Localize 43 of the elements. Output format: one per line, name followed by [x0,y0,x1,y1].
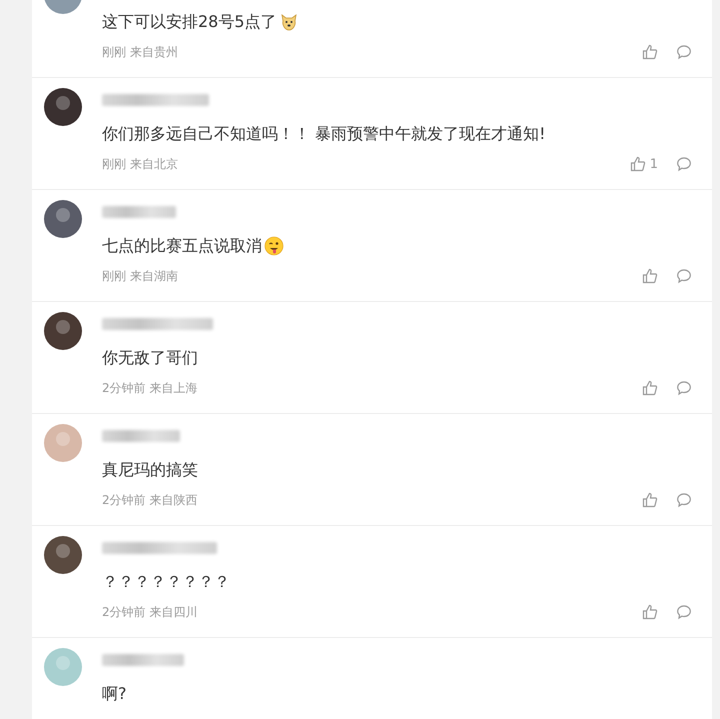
comment-text: ？？？？？？？？ [102,572,230,592]
dog-emoji-icon [278,12,299,32]
like-button[interactable]: 1 [630,156,658,172]
reply-button[interactable] [676,156,692,172]
avatar[interactable] [44,312,82,350]
reply-button[interactable] [676,44,692,60]
comment-meta: 2分钟前 来自上海 [102,380,198,396]
thumbs-up-icon [642,268,658,284]
comment-meta: 刚刚 来自北京 [102,156,178,172]
comment-text: 你们那多远自己不知道吗！！ 暴雨预警中午就发了现在才通知! [102,124,546,144]
thumbs-up-icon [642,380,658,396]
thumbs-up-icon [642,604,658,620]
reply-button[interactable] [676,380,692,396]
like-button[interactable] [642,604,658,620]
thumbs-up-icon [630,156,646,172]
thumbs-up-icon [642,44,658,60]
like-button[interactable] [642,268,658,284]
reply-button[interactable] [676,492,692,508]
reply-button[interactable] [676,604,692,620]
comment-text: 七点的比赛五点说取消 [102,236,262,256]
avatar[interactable] [44,200,82,238]
comment-icon [676,604,692,620]
like-button[interactable] [642,380,658,396]
comment-icon [676,44,692,60]
avatar[interactable] [44,88,82,126]
reply-button[interactable] [676,268,692,284]
comment-text: 你无敌了哥们 [102,348,198,368]
comment-text: 真尼玛的搞笑 [102,460,198,480]
comment-meta: 刚刚 来自贵州 [102,44,178,60]
comment-icon [676,492,692,508]
comment-icon [676,268,692,284]
winking-tongue-emoji-icon [264,236,284,256]
avatar[interactable] [44,536,82,574]
comment-meta: 2分钟前 来自陕西 [102,492,198,508]
like-button[interactable] [642,44,658,60]
comment-icon [676,156,692,172]
thumbs-up-icon [642,492,658,508]
like-button[interactable] [642,492,658,508]
comment-meta: 刚刚 来自湖南 [102,268,178,284]
comment-text: 啊? [102,684,126,704]
comment-icon [676,380,692,396]
comment-meta: 2分钟前 来自四川 [102,604,198,620]
comment-text: 这下可以安排28号5点了 [102,12,277,32]
